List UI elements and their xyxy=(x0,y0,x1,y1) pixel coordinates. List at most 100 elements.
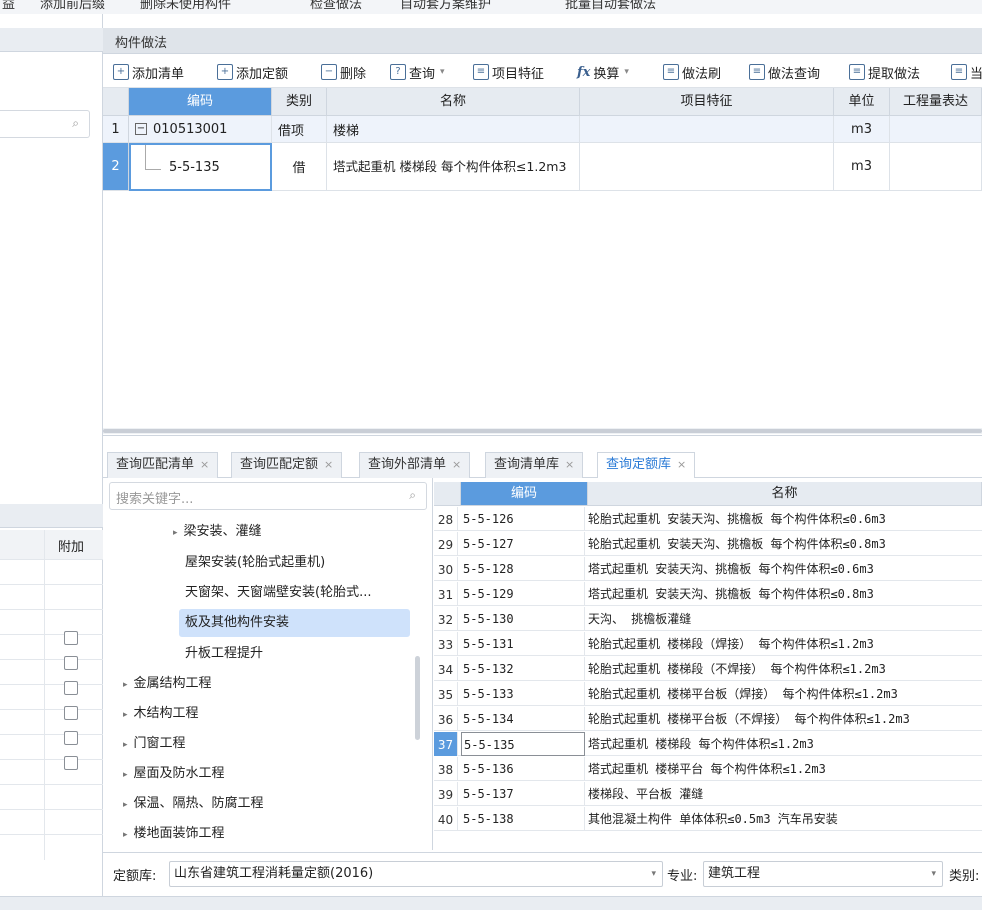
table-row[interactable]: 29 5-5-127 轮胎式起重机 安装天沟、挑檐板 每个构件体积≤0.8m3 xyxy=(434,532,982,556)
attach-checkbox[interactable] xyxy=(64,706,78,720)
table-row[interactable]: 40 5-5-138 其他混凝土构件 单体体积≤0.5m3 汽车吊安装 xyxy=(434,807,982,831)
table-row[interactable]: 33 5-5-131 轮胎式起重机 楼梯段（焊接） 每个构件体积≤1.2m3 xyxy=(434,632,982,656)
horizontal-scrollbar[interactable] xyxy=(103,428,982,434)
attach-checkbox[interactable] xyxy=(64,656,78,670)
feature-cell[interactable] xyxy=(580,143,834,191)
table-row[interactable]: 34 5-5-132 轮胎式起重机 楼梯段（不焊接） 每个构件体积≤1.2m3 xyxy=(434,657,982,681)
add-quota-button[interactable]: + 添加定额 xyxy=(217,62,288,82)
tree-item[interactable]: ▸ 屋面及防水工程 xyxy=(123,760,225,788)
row-number: 40 xyxy=(434,807,458,831)
tree-item-selected[interactable]: 板及其他构件安装 xyxy=(179,609,410,637)
header-feature[interactable]: 项目特征 xyxy=(580,88,834,116)
method-grid: 编码 类别 名称 项目特征 单位 工程量表达 1 − 010513001 借项 … xyxy=(103,88,982,436)
expand-arrow-icon[interactable]: ▸ xyxy=(123,701,128,729)
expand-arrow-icon[interactable]: ▸ xyxy=(173,519,178,547)
method-brush-label: 做法刷 xyxy=(682,66,722,82)
table-row[interactable]: 36 5-5-134 轮胎式起重机 楼梯平台板（不焊接） 每个构件体积≤1.2m3 xyxy=(434,707,982,731)
query-button[interactable]: ? 查询 ▾ xyxy=(390,62,445,82)
close-icon[interactable]: × xyxy=(200,458,209,471)
table-row[interactable]: 32 5-5-130 天沟、 挑檐板灌缝 xyxy=(434,607,982,631)
list-header-code[interactable]: 编码 xyxy=(461,482,588,506)
left-search-input[interactable]: ⌕ xyxy=(0,110,90,138)
add-list-button[interactable]: + 添加清单 xyxy=(113,62,184,82)
row-number[interactable]: 1 xyxy=(103,116,129,143)
tree-item[interactable]: ▸ 保温、隔热、防腐工程 xyxy=(123,790,264,818)
tree-item-label: 木结构工程 xyxy=(133,706,199,721)
tree-item[interactable]: ▸ 楼地面装饰工程 xyxy=(123,820,225,848)
name-cell[interactable]: 塔式起重机 楼梯段 每个构件体积≤1.2m3 xyxy=(327,143,580,191)
tree-search-input[interactable]: 搜索关键字... ⌕ xyxy=(109,482,427,510)
tree-item[interactable]: 天窗架、天窗端壁安装(轮胎式... xyxy=(185,579,371,607)
feature-cell[interactable] xyxy=(580,116,834,143)
tree-item[interactable]: 升板工程提升 xyxy=(185,640,263,668)
collapse-icon[interactable]: − xyxy=(135,123,147,135)
major-select[interactable]: 建筑工程 ▾ xyxy=(703,861,943,887)
tree-item-label: 梁安装、灌缝 xyxy=(183,524,262,539)
tab-external-list[interactable]: 查询外部清单 × xyxy=(359,452,471,478)
tree-item[interactable]: ▸ 梁安装、灌缝 xyxy=(173,518,262,546)
row-number: 38 xyxy=(434,757,458,781)
method-query-button[interactable]: ≡ 做法查询 xyxy=(749,62,820,82)
attach-checkbox[interactable] xyxy=(64,681,78,695)
table-row[interactable]: 37 5-5-135 塔式起重机 楼梯段 每个构件体积≤1.2m3 xyxy=(434,732,982,756)
header-type[interactable]: 类别 xyxy=(272,88,327,116)
row-number[interactable]: 2 xyxy=(103,143,129,191)
table-row[interactable]: 30 5-5-128 塔式起重机 安装天沟、挑檐板 每个构件体积≤0.6m3 xyxy=(434,557,982,581)
delete-unused-button[interactable]: 删除未使用构件 xyxy=(140,0,231,12)
header-expression[interactable]: 工程量表达 xyxy=(890,88,982,116)
name-cell[interactable]: 楼梯 xyxy=(327,116,580,143)
unit-cell[interactable]: m3 xyxy=(834,143,890,191)
header-name[interactable]: 名称 xyxy=(327,88,580,116)
convert-button[interactable]: fx 换算 ▾ xyxy=(577,62,629,82)
expand-arrow-icon[interactable]: ▸ xyxy=(123,791,128,819)
expand-arrow-icon[interactable]: ▸ xyxy=(123,821,128,849)
table-row[interactable]: 31 5-5-129 塔式起重机 安装天沟、挑檐板 每个构件体积≤0.8m3 xyxy=(434,582,982,606)
tab-match-list[interactable]: 查询匹配清单 × xyxy=(107,452,219,478)
item-feature-label: 项目特征 xyxy=(492,66,545,82)
tree-item[interactable]: 屋架安装(轮胎式起重机) xyxy=(185,549,325,577)
header-unit[interactable]: 单位 xyxy=(834,88,890,116)
table-row-code[interactable]: 5-5-135 xyxy=(129,143,272,191)
more-button[interactable]: ≡ 当 xyxy=(951,62,982,82)
table-row-code[interactable]: − 010513001 xyxy=(129,116,272,143)
unit-cell[interactable]: m3 xyxy=(834,116,890,143)
close-icon[interactable]: × xyxy=(677,458,686,471)
header-code[interactable]: 编码 xyxy=(129,88,272,116)
table-row[interactable]: 28 5-5-126 轮胎式起重机 安装天沟、挑檐板 每个构件体积≤0.6m3 xyxy=(434,507,982,531)
tree-item-label: 屋面及防水工程 xyxy=(133,766,225,781)
item-feature-button[interactable]: ≡ 项目特征 xyxy=(473,62,544,82)
attach-checkbox[interactable] xyxy=(64,731,78,745)
close-icon[interactable]: × xyxy=(324,458,333,471)
table-row[interactable]: 38 5-5-136 塔式起重机 楼梯平台 每个构件体积≤1.2m3 xyxy=(434,757,982,781)
expression-cell[interactable] xyxy=(890,143,982,191)
tab-match-quota[interactable]: 查询匹配定额 × xyxy=(231,452,343,478)
attach-checkbox[interactable] xyxy=(64,631,78,645)
expression-cell[interactable] xyxy=(890,116,982,143)
check-method-button[interactable]: 检查做法 xyxy=(310,0,362,12)
method-brush-button[interactable]: ≡ 做法刷 xyxy=(663,62,721,82)
expand-arrow-icon[interactable]: ▸ xyxy=(123,761,128,789)
type-cell[interactable]: 借项 xyxy=(272,116,327,143)
tab-list-library[interactable]: 查询清单库 × xyxy=(485,452,584,478)
tree-item[interactable]: ▸ 木结构工程 xyxy=(123,700,199,728)
close-icon[interactable]: × xyxy=(452,458,461,471)
auto-scheme-button[interactable]: 自动套方案维护 xyxy=(400,0,491,12)
attach-checkbox[interactable] xyxy=(64,756,78,770)
tab-quota-library[interactable]: 查询定额库 × xyxy=(597,452,696,479)
tree-item[interactable]: ▸ 门窗工程 xyxy=(123,730,186,758)
tree-item[interactable]: ▸ 金属结构工程 xyxy=(123,670,212,698)
tree-scrollbar[interactable] xyxy=(415,656,420,740)
quota-library-select[interactable]: 山东省建筑工程消耗量定额(2016) ▾ xyxy=(169,861,663,887)
add-prefix-suffix-button[interactable]: 添加前后缀 xyxy=(40,0,105,12)
extract-method-button[interactable]: ≡ 提取做法 xyxy=(849,62,920,82)
table-row[interactable]: 39 5-5-137 楼梯段、平台板 灌缝 xyxy=(434,782,982,806)
expand-arrow-icon[interactable]: ▸ xyxy=(123,671,128,699)
top-toolbar-item[interactable]: 益 xyxy=(2,0,15,12)
close-icon[interactable]: × xyxy=(565,458,574,471)
delete-button[interactable]: − 删除 xyxy=(321,62,366,82)
table-row[interactable]: 35 5-5-133 轮胎式起重机 楼梯平台板（焊接） 每个构件体积≤1.2m3 xyxy=(434,682,982,706)
type-cell[interactable]: 借 xyxy=(272,143,327,191)
expand-arrow-icon[interactable]: ▸ xyxy=(123,731,128,759)
batch-auto-button[interactable]: 批量自动套做法 xyxy=(565,0,656,12)
list-header-name[interactable]: 名称 xyxy=(588,482,982,506)
